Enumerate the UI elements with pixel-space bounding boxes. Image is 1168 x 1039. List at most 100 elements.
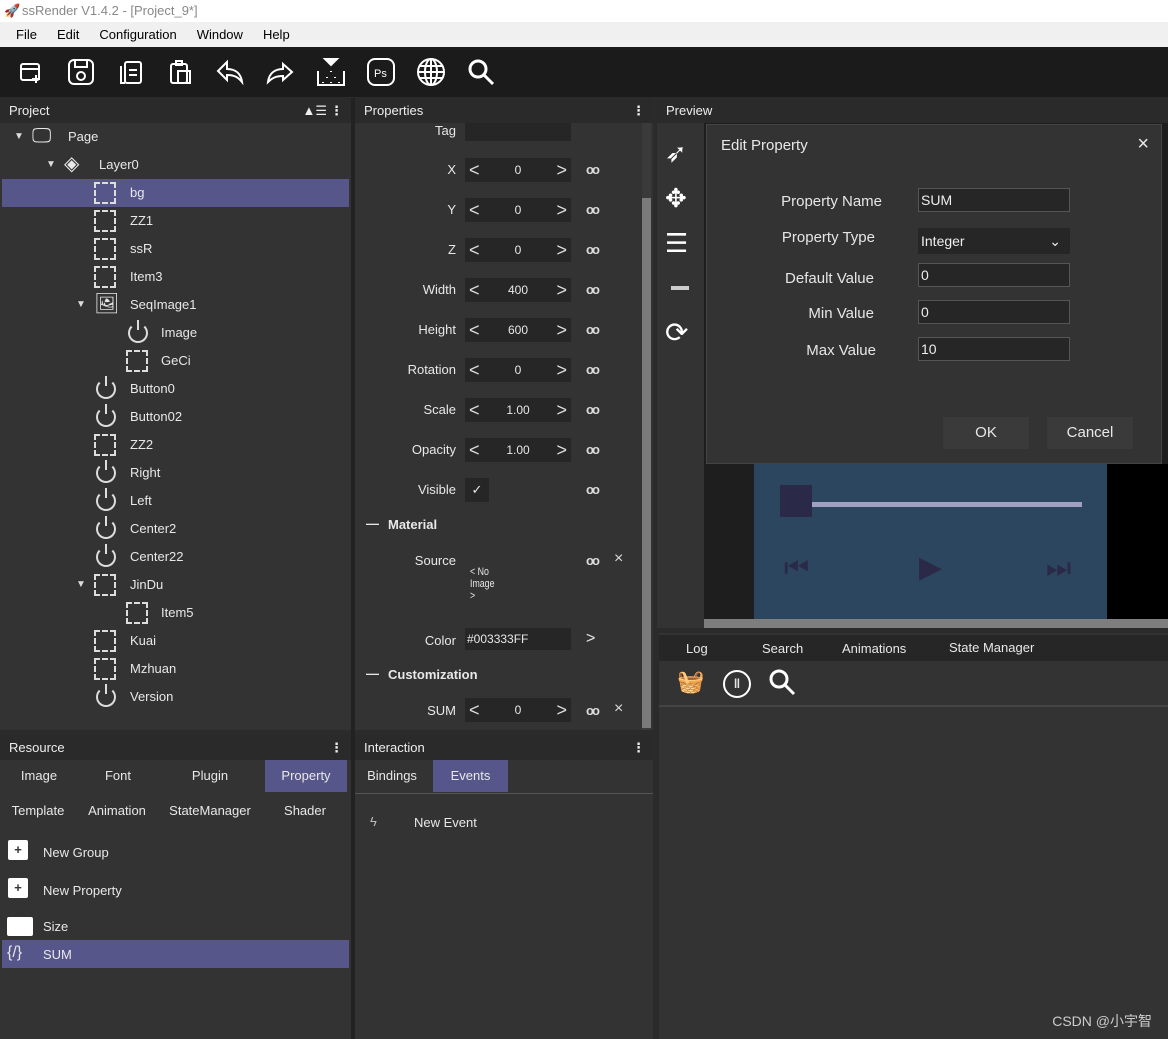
link-icon[interactable]: oo (586, 242, 600, 257)
link-icon[interactable]: oo (586, 703, 600, 718)
color-expand-icon[interactable]: > (586, 630, 595, 648)
rotation-stepper[interactable]: <0 > (465, 358, 571, 382)
slider-handle[interactable] (780, 485, 812, 517)
sort-icon[interactable]: ▲☰ (302, 98, 327, 123)
decrement-icon[interactable]: < (469, 200, 480, 221)
tab-animation[interactable]: Animation (80, 795, 154, 827)
property-type-select[interactable]: Integer ⌄ (918, 228, 1070, 254)
menu-help[interactable]: Help (253, 22, 300, 47)
link-icon[interactable]: oo (586, 162, 600, 177)
tab-image[interactable]: Image (0, 760, 78, 792)
scrollbar[interactable] (642, 123, 651, 730)
tree-item[interactable]: GeCi (2, 347, 349, 375)
menu-configuration[interactable]: Configuration (89, 22, 186, 47)
stepper-value[interactable]: 0 (515, 203, 522, 217)
expand-arrow-icon[interactable]: ▼ (46, 151, 56, 179)
tab-events[interactable]: Events (433, 760, 508, 792)
decrement-icon[interactable]: < (469, 160, 480, 181)
tab-font[interactable]: Font (78, 760, 158, 792)
tab-animations[interactable]: Animations (842, 641, 906, 656)
decrement-icon[interactable]: < (469, 320, 480, 341)
tab-state-manager[interactable]: State Manager (949, 640, 1034, 655)
link-icon[interactable]: oo (586, 202, 600, 217)
tree-item[interactable]: Image (2, 319, 349, 347)
previous-icon[interactable]: ⏮ (784, 552, 809, 585)
pointer-icon[interactable]: ➶ (665, 138, 687, 169)
link-icon[interactable]: oo (586, 322, 600, 337)
save-icon[interactable] (64, 55, 98, 89)
more-icon[interactable]: ⋮ (632, 98, 645, 123)
copy-icon[interactable] (114, 55, 148, 89)
sum-stepper[interactable]: <0 > (465, 698, 571, 722)
stepper-value[interactable]: 0 (515, 703, 522, 717)
tree-item[interactable]: bg (2, 179, 349, 207)
decrement-icon[interactable]: < (469, 240, 480, 261)
scale-stepper[interactable]: <1.00 > (465, 398, 571, 422)
stepper-value[interactable]: 0 (515, 163, 522, 177)
tab-shader[interactable]: Shader (270, 795, 340, 827)
horizontal-scrollbar[interactable] (704, 619, 1168, 628)
stepper-value[interactable]: 400 (508, 283, 528, 297)
photoshop-icon[interactable]: Ps (364, 55, 398, 89)
tree-item[interactable]: ZZ2 (2, 431, 349, 459)
new-icon[interactable] (14, 55, 48, 89)
increment-icon[interactable]: > (556, 160, 567, 181)
decrement-icon[interactable]: < (469, 400, 480, 421)
tree-item[interactable]: ▼ 🖵 Page (2, 123, 349, 151)
redo-icon[interactable] (263, 55, 297, 89)
new-event-button[interactable]: New Event (414, 815, 477, 830)
tree-item[interactable]: Button02 (2, 403, 349, 431)
stepper-value[interactable]: 600 (508, 323, 528, 337)
search-icon[interactable] (767, 667, 797, 697)
list-item-new-group[interactable]: + New Group (2, 838, 349, 866)
decrement-icon[interactable]: < (469, 700, 480, 721)
tree-item[interactable]: Center22 (2, 543, 349, 571)
menu-window[interactable]: Window (187, 22, 253, 47)
z-stepper[interactable]: <0 > (465, 238, 571, 262)
expand-arrow-icon[interactable]: ▼ (76, 291, 86, 319)
width-stepper[interactable]: <400 > (465, 278, 571, 302)
increment-icon[interactable]: > (556, 700, 567, 721)
stepper-value[interactable]: 1.00 (506, 443, 529, 457)
list-item-sum[interactable]: {/} SUM (2, 940, 349, 968)
default-value-input[interactable]: 0 (918, 263, 1070, 287)
menu-edit[interactable]: Edit (47, 22, 89, 47)
clear-icon[interactable]: 🧺 (677, 669, 704, 695)
collapse-icon[interactable]: — (366, 516, 379, 531)
expand-arrow-icon[interactable]: ▼ (14, 123, 24, 151)
tree-item[interactable]: Item3 (2, 263, 349, 291)
increment-icon[interactable]: > (556, 360, 567, 381)
height-stepper[interactable]: <600 > (465, 318, 571, 342)
collapse-icon[interactable]: — (366, 666, 379, 681)
next-icon[interactable]: ⏭ (1046, 552, 1071, 585)
tab-template[interactable]: Template (0, 795, 76, 827)
slider-track[interactable] (812, 502, 1082, 507)
opacity-stepper[interactable]: <1.00 > (465, 438, 571, 462)
link-icon[interactable]: oo (586, 282, 600, 297)
cancel-button[interactable]: Cancel (1047, 417, 1133, 449)
list-item-size[interactable]: Size (2, 912, 349, 940)
tree-item[interactable]: Kuai (2, 627, 349, 655)
tree-item[interactable]: Mzhuan (2, 655, 349, 683)
paste-icon[interactable] (164, 55, 198, 89)
decrement-icon[interactable]: < (469, 440, 480, 461)
remove-icon[interactable]: × (614, 700, 623, 718)
stepper-value[interactable]: 0 (515, 363, 522, 377)
ruler-icon[interactable] (671, 286, 689, 290)
link-icon[interactable]: oo (586, 553, 600, 568)
tree-item[interactable]: Item5 (2, 599, 349, 627)
y-stepper[interactable]: <0 > (465, 198, 571, 222)
tab-statemanager[interactable]: StateManager (164, 795, 256, 827)
decrement-icon[interactable]: < (469, 280, 480, 301)
layers-icon[interactable]: ☰ (665, 228, 688, 259)
color-input[interactable]: #003333FF (465, 628, 571, 650)
increment-icon[interactable]: > (556, 280, 567, 301)
clear-icon[interactable]: × (614, 550, 623, 568)
refresh-icon[interactable]: ⟳ (665, 316, 688, 349)
link-icon[interactable]: oo (586, 362, 600, 377)
tab-log[interactable]: Log (686, 641, 708, 656)
min-value-input[interactable]: 0 (918, 300, 1070, 324)
tree-item[interactable]: ▼ JinDu (2, 571, 349, 599)
stepper-value[interactable]: 0 (515, 243, 522, 257)
close-icon[interactable]: × (1137, 133, 1149, 156)
